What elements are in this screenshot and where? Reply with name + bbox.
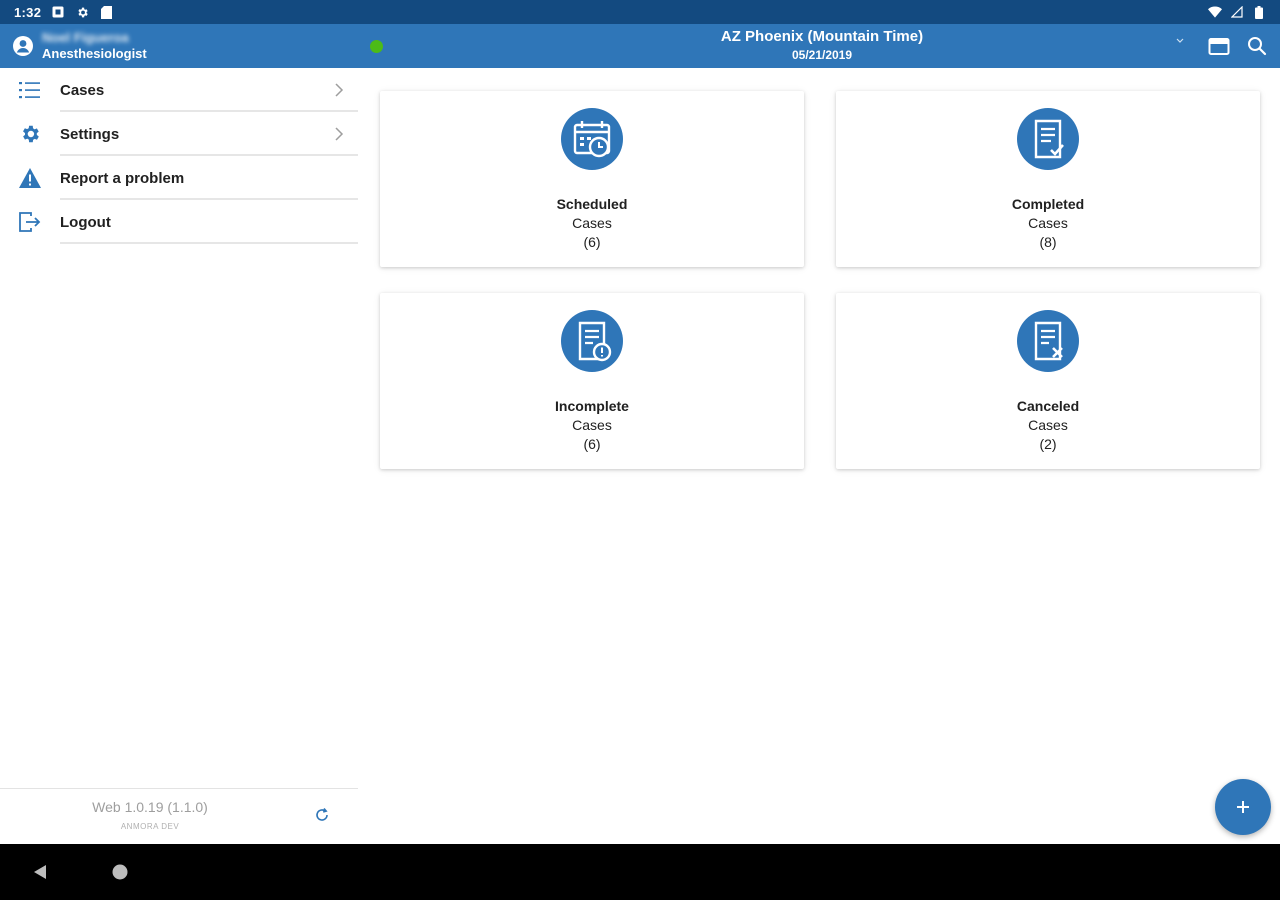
chevron-right-icon	[334, 82, 344, 98]
card-count: (6)	[583, 234, 601, 250]
user-name: Noel Figueroa	[42, 30, 129, 45]
status-bar: 1:32	[0, 0, 1280, 24]
sidebar-footer: Web 1.0.19 (1.1.0) ANMORA DEV	[0, 788, 358, 844]
user-profile[interactable]: Noel Figueroa Anesthesiologist	[12, 24, 147, 68]
app-bar: Noel Figueroa Anesthesiologist AZ Phoeni…	[0, 24, 1280, 68]
card-count: (6)	[583, 436, 601, 452]
logout-icon	[18, 210, 42, 234]
card-title: Completed	[1011, 196, 1085, 212]
location-date: 05/21/2019	[791, 48, 853, 62]
chevron-right-icon	[334, 126, 344, 142]
status-time: 1:32	[14, 4, 42, 20]
scheduled-cases-card[interactable]: Scheduled Cases (6)	[380, 91, 804, 267]
search-button[interactable]	[1246, 35, 1268, 57]
document-alert-icon	[560, 309, 624, 373]
calendar-clock-icon	[560, 107, 624, 171]
document-cancel-icon	[1016, 309, 1080, 373]
refresh-icon	[316, 807, 328, 821]
sidebar: Cases Settings Report a problem Logout W…	[0, 68, 360, 844]
location-selector[interactable]: AZ Phoenix (Mountain Time) 05/21/2019	[560, 28, 1084, 64]
sidebar-item-settings[interactable]: Settings	[0, 112, 360, 156]
calendar-icon	[1208, 38, 1230, 55]
card-subtitle: Cases	[1028, 417, 1068, 433]
environment-label: ANMORA DEV	[120, 822, 180, 831]
location-name: AZ Phoenix (Mountain Time)	[720, 28, 924, 45]
card-subtitle: Cases	[1028, 215, 1068, 231]
gear-icon	[18, 122, 42, 146]
sidebar-item-label: Report a problem	[60, 169, 185, 187]
card-count: (2)	[1039, 436, 1057, 452]
card-title: Incomplete	[555, 398, 629, 414]
list-icon	[18, 78, 42, 102]
online-status-indicator	[370, 40, 383, 53]
back-icon[interactable]	[30, 862, 50, 882]
warning-icon	[18, 166, 42, 190]
main-content: Scheduled Cases (6) Completed Cases (8)	[360, 68, 1280, 844]
user-role: Anesthesiologist	[42, 46, 147, 61]
card-subtitle: Cases	[572, 417, 612, 433]
incomplete-cases-card[interactable]: Incomplete Cases (6)	[380, 293, 804, 469]
card-title: Canceled	[1016, 398, 1080, 414]
battery-icon	[1252, 5, 1266, 19]
add-case-button[interactable]	[1215, 779, 1271, 835]
notification-icon	[51, 5, 65, 19]
canceled-cases-card[interactable]: Canceled Cases (2)	[836, 293, 1260, 469]
card-title: Scheduled	[556, 196, 628, 212]
sd-card-icon	[99, 5, 113, 19]
card-count: (8)	[1039, 234, 1057, 250]
signal-icon	[1230, 5, 1244, 19]
sidebar-item-cases[interactable]: Cases	[0, 68, 360, 112]
calendar-button[interactable]	[1208, 35, 1230, 57]
chevron-down-icon[interactable]	[1174, 32, 1186, 43]
sidebar-item-report-problem[interactable]: Report a problem	[0, 156, 360, 200]
system-navigation-bar	[0, 844, 1280, 900]
home-icon[interactable]	[110, 862, 130, 882]
settings-status-icon	[75, 5, 89, 19]
wifi-icon	[1208, 5, 1222, 19]
sidebar-item-label: Cases	[60, 81, 105, 99]
document-check-icon	[1016, 107, 1080, 171]
search-icon	[1248, 37, 1267, 56]
plus-icon	[1237, 801, 1249, 813]
app-version: Web 1.0.19 (1.1.0)	[92, 799, 208, 815]
refresh-button[interactable]	[312, 805, 332, 825]
sidebar-item-label: Settings	[60, 125, 120, 143]
card-subtitle: Cases	[572, 215, 612, 231]
account-icon	[12, 35, 34, 57]
completed-cases-card[interactable]: Completed Cases (8)	[836, 91, 1260, 267]
sidebar-item-logout[interactable]: Logout	[0, 200, 360, 244]
sidebar-item-label: Logout	[60, 213, 111, 231]
divider	[60, 242, 358, 244]
